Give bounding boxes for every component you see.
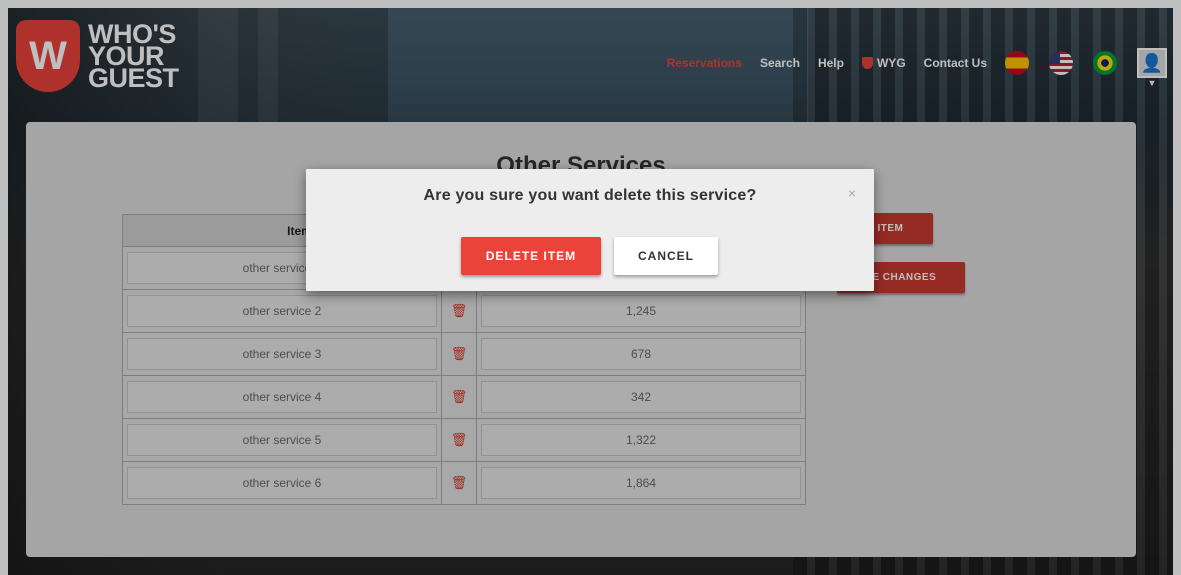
confirm-delete-dialog: Are you sure you want delete this servic… — [306, 169, 874, 291]
cancel-button[interactable]: CANCEL — [614, 237, 718, 275]
close-icon[interactable]: × — [848, 185, 856, 201]
delete-item-button[interactable]: DELETE ITEM — [461, 237, 601, 275]
dialog-question: Are you sure you want delete this servic… — [423, 187, 757, 204]
